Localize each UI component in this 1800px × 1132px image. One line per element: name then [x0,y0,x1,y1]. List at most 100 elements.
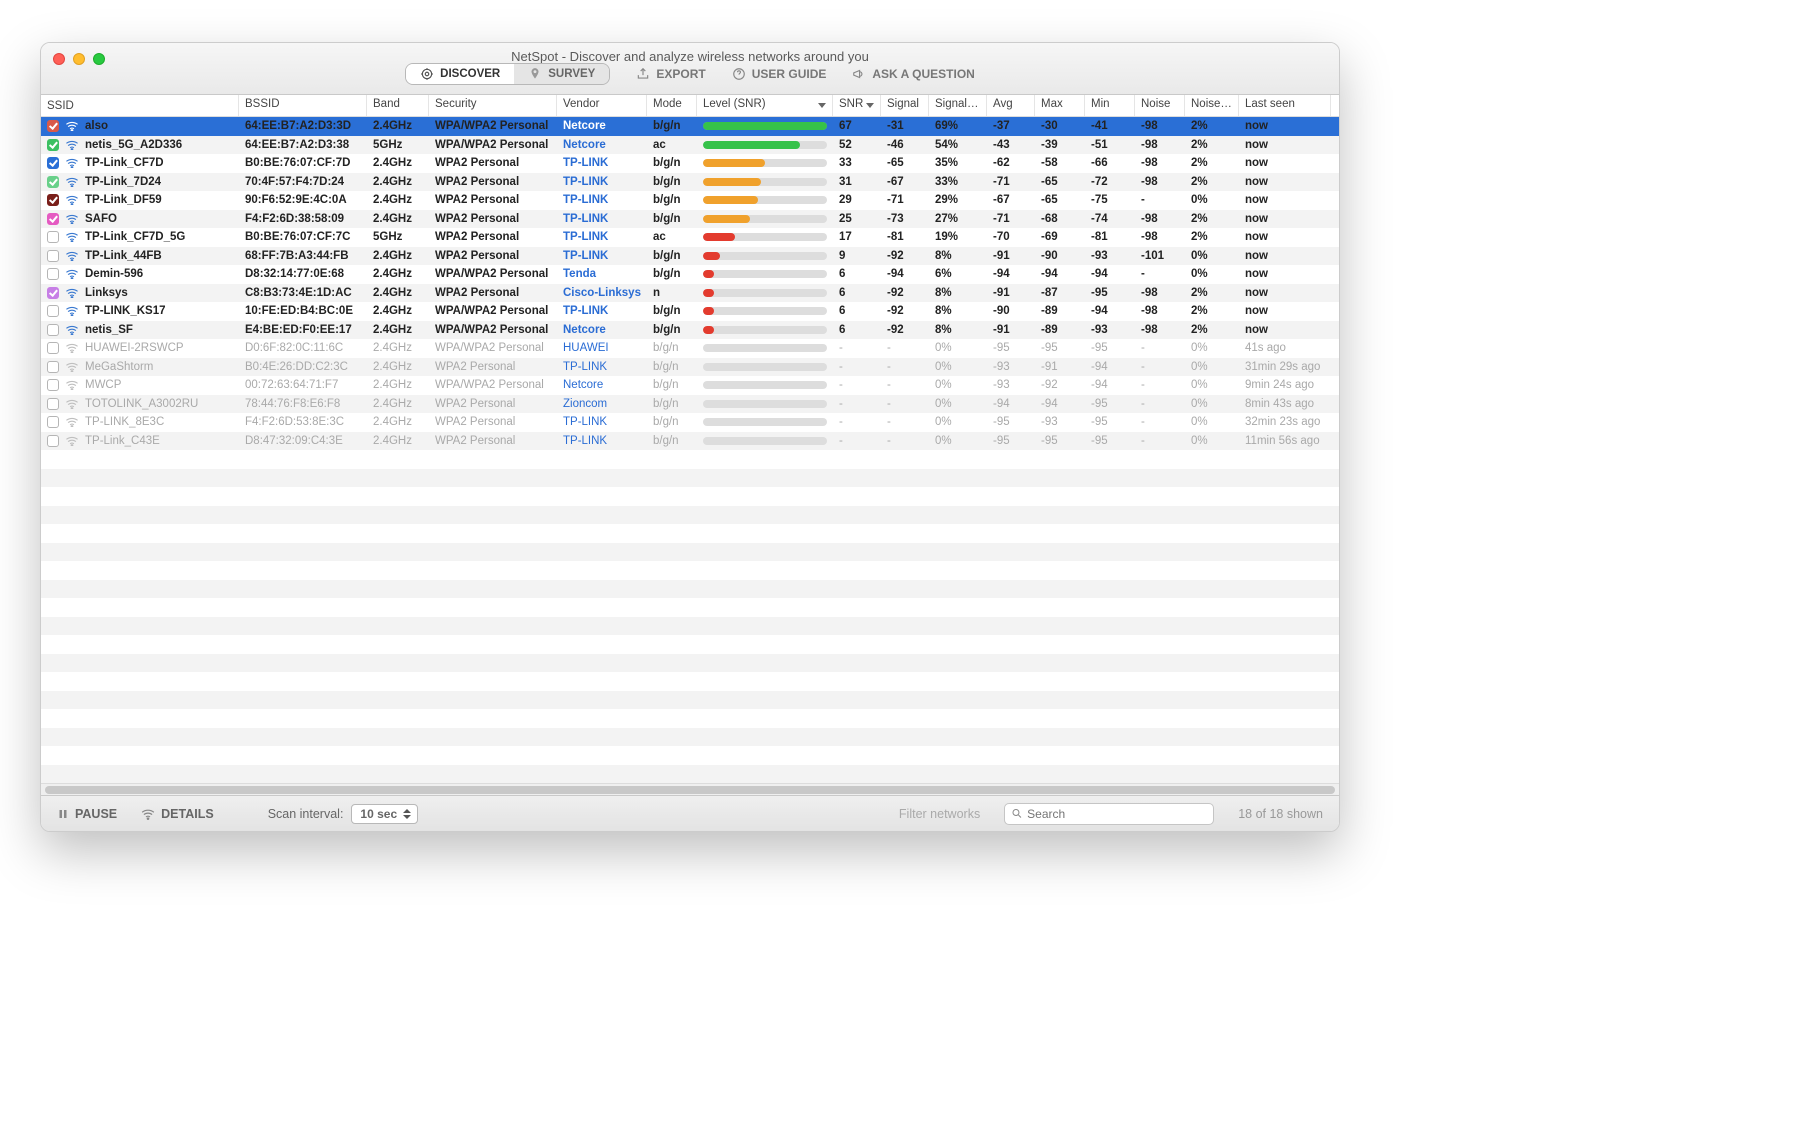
snr-bar [703,289,827,297]
ask-question-button[interactable]: ASK A QUESTION [852,67,974,81]
user-guide-button[interactable]: USER GUIDE [732,67,827,81]
table-row[interactable]: netis_SFE4:BE:ED:F0:EE:172.4GHzWPA/WPA2 … [41,321,1339,340]
col-noise[interactable]: Noise [1135,95,1185,116]
col-noise-pct[interactable]: Noise % [1185,95,1239,116]
col-mode[interactable]: Mode [647,95,697,116]
col-level[interactable]: Level (SNR) [697,95,833,116]
col-max[interactable]: Max [1035,95,1085,116]
vendor-link[interactable]: Netcore [557,139,647,151]
table-row[interactable]: also64:EE:B7:A2:D3:3D2.4GHzWPA/WPA2 Pers… [41,117,1339,136]
col-snr[interactable]: SNR [833,95,881,116]
vendor-link[interactable]: Zioncom [557,398,647,410]
row-checkbox[interactable] [47,398,59,410]
table-row[interactable]: TOTOLINK_A3002RU78:44:76:F8:E6:F82.4GHzW… [41,395,1339,414]
vendor-link[interactable]: Netcore [557,379,647,391]
table-row[interactable]: MeGaShtormB0:4E:26:DD:C2:3C2.4GHzWPA2 Pe… [41,358,1339,377]
row-checkbox[interactable] [47,120,59,132]
table-row[interactable]: TP-Link_DF5990:F6:52:9E:4C:0A2.4GHzWPA2 … [41,191,1339,210]
col-min[interactable]: Min [1085,95,1135,116]
row-checkbox[interactable] [47,139,59,151]
row-checkbox[interactable] [47,268,59,280]
table-row[interactable]: TP-Link_CF7DB0:BE:76:07:CF:7D2.4GHzWPA2 … [41,154,1339,173]
ssid-text: Demin-596 [85,268,143,280]
empty-row [41,561,1339,580]
vendor-link[interactable]: TP-LINK [557,194,647,206]
row-checkbox[interactable] [47,250,59,262]
survey-tab[interactable]: SURVEY [514,64,609,84]
row-checkbox[interactable] [47,342,59,354]
wifi-signal-icon [65,362,79,372]
col-ssid[interactable]: SSID [41,95,239,116]
vendor-link[interactable]: Netcore [557,120,647,132]
search-field[interactable] [1004,803,1214,825]
min-text: -95 [1085,342,1135,354]
ssid-text: also [85,120,108,132]
noise-pct-text: 0% [1185,250,1239,262]
row-checkbox[interactable] [47,176,59,188]
col-ssid-label: SSID [47,100,74,112]
col-vendor[interactable]: Vendor [557,95,647,116]
table-row[interactable]: MWCP00:72:63:64:71:F72.4GHzWPA/WPA2 Pers… [41,376,1339,395]
col-security[interactable]: Security [429,95,557,116]
col-last-seen[interactable]: Last seen [1239,95,1331,116]
table-row[interactable]: LinksysC8:B3:73:4E:1D:AC2.4GHzWPA2 Perso… [41,284,1339,303]
scan-interval-select[interactable]: 10 sec [351,804,418,824]
row-checkbox[interactable] [47,194,59,206]
scrollbar-thumb[interactable] [45,786,1335,794]
details-button[interactable]: DETAILS [141,807,214,821]
vendor-link[interactable]: TP-LINK [557,231,647,243]
row-checkbox[interactable] [47,157,59,169]
row-checkbox[interactable] [47,379,59,391]
table-row[interactable]: Demin-596D8:32:14:77:0E:682.4GHzWPA/WPA2… [41,265,1339,284]
vendor-link[interactable]: TP-LINK [557,176,647,188]
vendor-link[interactable]: Netcore [557,324,647,336]
col-last-label: Last seen [1245,98,1295,110]
table-row[interactable]: TP-LINK_8E3CF4:F2:6D:53:8E:3C2.4GHzWPA2 … [41,413,1339,432]
vendor-link[interactable]: TP-LINK [557,157,647,169]
col-bssid[interactable]: BSSID [239,95,367,116]
table-row[interactable]: HUAWEI-2RSWCPD0:6F:82:0C:11:6C2.4GHzWPA/… [41,339,1339,358]
noise-pct-text: 2% [1185,176,1239,188]
wifi-signal-icon [65,436,79,446]
table-row[interactable]: TP-Link_C43ED8:47:32:09:C4:3E2.4GHzWPA2 … [41,432,1339,451]
vendor-link[interactable]: TP-LINK [557,416,647,428]
row-checkbox[interactable] [47,305,59,317]
vendor-link[interactable]: Tenda [557,268,647,280]
vendor-link[interactable]: TP-LINK [557,213,647,225]
snr-bar [703,159,827,167]
wifi-signal-icon [65,399,79,409]
vendor-link[interactable]: HUAWEI [557,342,647,354]
vendor-link[interactable]: Cisco-Linksys [557,287,647,299]
col-band[interactable]: Band [367,95,429,116]
table-row[interactable]: netis_5G_A2D33664:EE:B7:A2:D3:385GHzWPA/… [41,136,1339,155]
table-row[interactable]: SAFOF4:F2:6D:38:58:092.4GHzWPA2 Personal… [41,210,1339,229]
table-row[interactable]: TP-Link_CF7D_5GB0:BE:76:07:CF:7C5GHzWPA2… [41,228,1339,247]
vendor-link[interactable]: TP-LINK [557,250,647,262]
row-checkbox[interactable] [47,287,59,299]
table-row[interactable]: TP-LINK_KS1710:FE:ED:B4:BC:0E2.4GHzWPA/W… [41,302,1339,321]
discover-tab[interactable]: DISCOVER [406,64,514,84]
row-checkbox[interactable] [47,324,59,336]
vendor-link[interactable]: TP-LINK [557,435,647,447]
row-checkbox[interactable] [47,213,59,225]
signal-text: -92 [881,305,929,317]
row-checkbox[interactable] [47,435,59,447]
search-input[interactable] [1027,807,1207,821]
export-button[interactable]: EXPORT [636,67,705,81]
col-avg[interactable]: Avg [987,95,1035,116]
table-row[interactable]: TP-Link_7D2470:4F:57:F4:7D:242.4GHzWPA2 … [41,173,1339,192]
row-checkbox[interactable] [47,361,59,373]
pause-button[interactable]: PAUSE [57,807,117,821]
vendor-link[interactable]: TP-LINK [557,305,647,317]
table-body[interactable]: also64:EE:B7:A2:D3:3D2.4GHzWPA/WPA2 Pers… [41,117,1339,783]
band-text: 2.4GHz [367,250,429,262]
horizontal-scrollbar[interactable] [41,783,1339,795]
vendor-link[interactable]: TP-LINK [557,361,647,373]
col-signal[interactable]: Signal [881,95,929,116]
row-checkbox[interactable] [47,231,59,243]
table-row[interactable]: TP-Link_44FB68:FF:7B:A3:44:FB2.4GHzWPA2 … [41,247,1339,266]
col-level-label: Level (SNR) [703,98,766,110]
row-checkbox[interactable] [47,416,59,428]
signal-text: - [881,435,929,447]
col-signal-pct[interactable]: Signal % [929,95,987,116]
